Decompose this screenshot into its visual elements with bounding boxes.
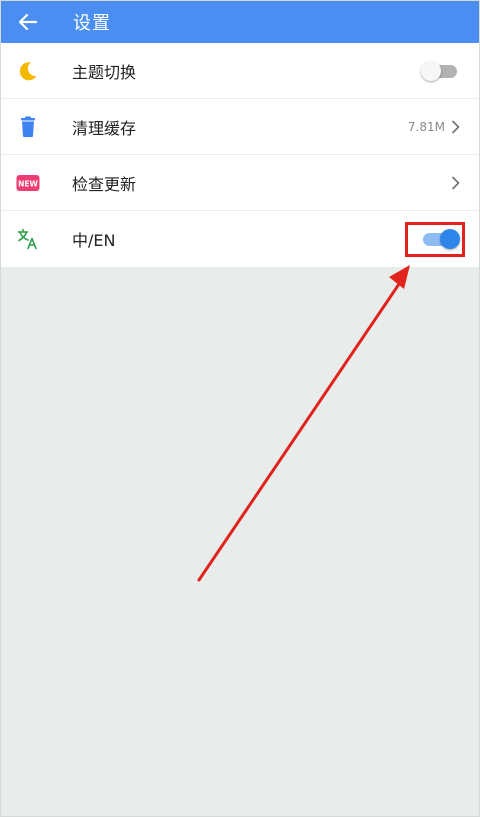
new-badge-text: NEW [18,179,38,188]
language-toggle-switch[interactable] [421,227,461,251]
cache-size-value: 7.81M [407,120,445,134]
switch-thumb [440,229,460,249]
app-bar: 设置 [1,0,479,43]
translate-icon [17,228,37,250]
setting-row-language[interactable]: 中/EN [1,211,479,267]
setting-row-theme[interactable]: 主题切换 [1,43,479,99]
setting-label-theme: 主题切换 [72,62,137,82]
setting-row-check-update[interactable]: NEW 检查更新 [1,155,479,211]
back-button[interactable] [1,0,55,43]
setting-label-language: 中/EN [72,231,116,250]
setting-label-clear-cache: 清理缓存 [72,118,137,138]
moon-icon [19,61,37,80]
arrow-left-icon [18,13,38,30]
settings-list: 主题切换 清理缓存 7.81M NEW 检查更新 中/EN [1,43,479,267]
setting-row-clear-cache[interactable]: 清理缓存 7.81M [1,99,479,155]
chevron-right-icon [451,120,461,134]
switch-thumb [421,61,441,81]
page-title: 设置 [73,12,111,34]
theme-toggle-switch[interactable] [421,59,461,83]
trash-icon [21,116,35,137]
chevron-right-icon [451,176,461,190]
new-badge-icon: NEW [16,174,40,191]
setting-label-check-update: 检查更新 [72,174,137,194]
